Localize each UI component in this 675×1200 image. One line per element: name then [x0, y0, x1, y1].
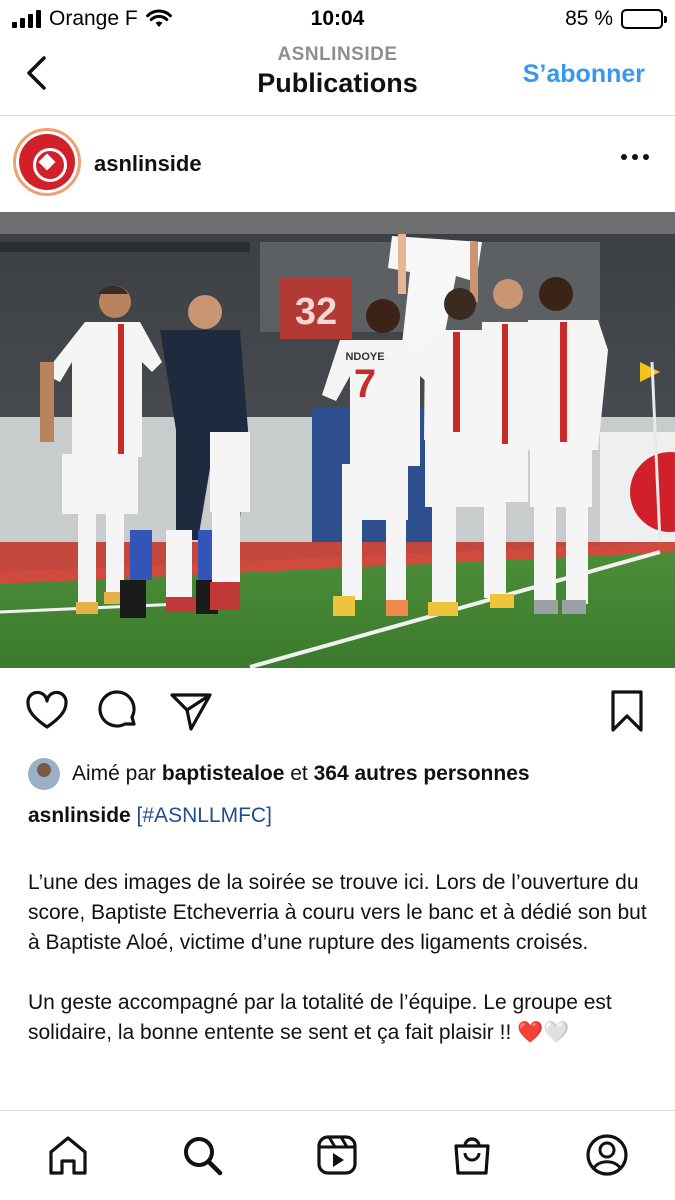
- liker-username[interactable]: baptistealoe: [162, 762, 285, 786]
- caption-username[interactable]: asnlinside: [28, 804, 131, 827]
- post-header: asnlinside: [0, 116, 675, 212]
- more-horizontal-icon[interactable]: [621, 154, 649, 160]
- bottom-tab-bar: [0, 1110, 675, 1200]
- battery-percent: 85 %: [565, 7, 613, 30]
- reels-icon[interactable]: [315, 1133, 359, 1177]
- follow-button[interactable]: S’abonner: [523, 60, 645, 89]
- status-right: 85 %: [565, 7, 667, 31]
- caption-hashtag[interactable]: [#ASNLLMFC]: [137, 804, 272, 827]
- battery-icon: [621, 9, 667, 29]
- likes-prefix: Aimé par: [72, 762, 162, 785]
- post-username[interactable]: asnlinside: [94, 151, 202, 177]
- comment-icon[interactable]: [96, 688, 142, 734]
- nav-header: ASNLINSIDE Publications S’abonner: [0, 38, 675, 116]
- send-icon[interactable]: [168, 688, 214, 734]
- profile-icon[interactable]: [585, 1133, 629, 1177]
- status-bar: Orange F 10:04 85 %: [0, 0, 675, 38]
- search-icon[interactable]: [180, 1133, 224, 1177]
- likes-summary[interactable]: Aimé par baptistealoe et 364 autres pers…: [28, 758, 530, 790]
- caption-header: asnlinside [#ASNLLMFC]: [28, 800, 658, 831]
- caption-body: L’une des images de la soirée se trouve …: [28, 868, 658, 1078]
- home-icon[interactable]: [46, 1133, 90, 1177]
- likes-middle: et: [284, 762, 314, 785]
- stand-number-label: 32: [295, 291, 337, 333]
- post-photo-illustration: 32 7 NDOYE: [0, 212, 675, 668]
- shop-icon[interactable]: [450, 1133, 494, 1177]
- club-logo: [19, 134, 75, 190]
- jersey-name: NDOYE: [345, 351, 384, 363]
- post-photo[interactable]: 32 7 NDOYE: [0, 212, 675, 668]
- heart-icon[interactable]: [24, 688, 70, 734]
- post-actions: [0, 668, 675, 758]
- avatar[interactable]: [13, 128, 81, 196]
- liker-avatar: [28, 758, 60, 790]
- caption-paragraph-1: L’une des images de la soirée se trouve …: [28, 871, 647, 954]
- caption-paragraph-2: Un geste accompagné par la totalité de l…: [28, 991, 612, 1044]
- jersey-number: 7: [354, 362, 376, 406]
- bookmark-icon[interactable]: [604, 688, 650, 734]
- likes-count[interactable]: 364 autres personnes: [314, 762, 530, 786]
